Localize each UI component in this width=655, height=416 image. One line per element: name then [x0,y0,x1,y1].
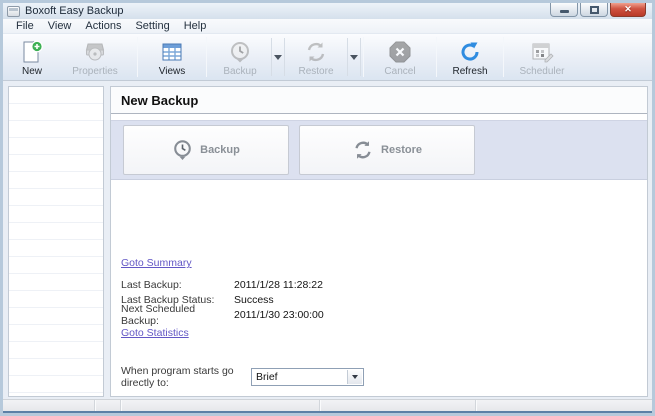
scheduler-button: Scheduler [506,36,578,78]
toolbar-separator [137,37,138,77]
backup-button: Backup [209,36,271,78]
main-panel: New Backup Backup Restore Goto Summary L… [110,86,648,397]
refresh-button[interactable]: Refresh [439,36,501,78]
backup-job-list[interactable] [8,86,104,397]
menu-actions[interactable]: Actions [78,19,128,33]
new-document-icon [20,39,44,65]
restore-button: Restore [285,36,347,78]
goto-statistics-link[interactable]: Goto Statistics [121,327,189,340]
views-button-label: Views [158,66,186,77]
page-title: New Backup [121,92,199,108]
minimize-icon [559,10,569,13]
status-cell [320,400,476,411]
app-window: Boxoft Easy Backup ✕ File View Actions S… [0,0,655,416]
backup-big-button-label: Backup [200,144,240,156]
chevron-down-icon [352,375,358,379]
chevron-down-icon [274,54,282,60]
toolbar-separator [206,37,207,77]
next-scheduled-backup-row: Next Scheduled Backup: 2011/1/30 23:00:0… [121,303,647,327]
status-cell [95,400,121,411]
backup-clock-icon [172,139,193,161]
menu-file[interactable]: File [9,19,41,33]
scheduler-calendar-icon [530,39,554,65]
scheduler-button-label: Scheduler [519,66,565,77]
close-icon: ✕ [624,4,632,14]
toolbar: New Properties Views Backup Restore Canc… [3,33,652,81]
restore-big-button-label: Restore [381,144,422,156]
last-backup-value: 2011/1/28 11:28:22 [234,278,323,291]
action-strip: Backup Restore [111,120,647,180]
panel-body: Goto Summary Last Backup: 2011/1/28 11:2… [111,180,647,396]
minimize-button[interactable] [550,3,578,17]
views-grid-icon [160,39,184,65]
maximize-button[interactable] [580,3,608,17]
status-cell [476,400,652,411]
backup-clock-icon [228,39,252,65]
maximize-icon [589,5,599,14]
cancel-button-label: Cancel [384,66,416,77]
properties-icon [83,39,107,65]
menu-help[interactable]: Help [177,19,214,33]
restore-arrows-icon [352,139,374,161]
goto-summary-link[interactable]: Goto Summary [121,257,192,270]
next-scheduled-backup-value: 2011/1/30 23:00:00 [234,308,324,321]
cancel-octagon-icon [388,39,412,65]
new-button-label: New [21,66,42,77]
app-icon [7,5,20,17]
startup-target-selected: Brief [256,371,278,383]
backup-button-label: Backup [223,66,257,77]
refresh-button-label: Refresh [452,66,488,77]
startup-target-select[interactable]: Brief [251,368,364,386]
restore-big-button[interactable]: Restore [299,125,475,175]
cancel-button: Cancel [366,36,434,78]
toolbar-separator [436,37,437,77]
chevron-down-icon [350,54,358,60]
restore-arrows-icon [304,39,328,65]
next-scheduled-backup-label: Next Scheduled Backup: [121,302,196,327]
restore-button-label: Restore [298,66,334,77]
close-button[interactable]: ✕ [610,3,646,17]
menu-setting[interactable]: Setting [128,19,176,33]
panel-header: New Backup [111,87,647,114]
last-backup-status-value: Success [234,293,274,306]
menu-bar: File View Actions Setting Help [3,19,652,33]
backup-info: Last Backup: 2011/1/28 11:28:22 Last Bac… [121,277,647,327]
startup-setting-label: When program starts go directly to: [121,365,234,389]
properties-button-label: Properties [72,66,118,77]
toolbar-separator [363,37,364,77]
toolbar-separator [503,37,504,77]
properties-button: Properties [55,36,135,78]
views-button[interactable]: Views [140,36,204,78]
restore-dropdown-button[interactable] [347,38,361,76]
backup-dropdown-button[interactable] [271,38,285,76]
status-bar [3,399,652,411]
workspace: New Backup Backup Restore Goto Summary L… [3,81,652,399]
window-title: Boxoft Easy Backup [25,5,124,17]
status-cell [121,400,320,411]
status-cell [3,400,95,411]
last-backup-label: Last Backup: [121,278,182,291]
new-button[interactable]: New [9,36,55,78]
last-backup-row: Last Backup: 2011/1/28 11:28:22 [121,277,647,292]
menu-view[interactable]: View [41,19,79,33]
backup-big-button[interactable]: Backup [123,125,289,175]
select-dropdown-button[interactable] [347,370,362,384]
refresh-arrow-icon [458,39,482,65]
title-bar[interactable]: Boxoft Easy Backup ✕ [3,3,652,19]
startup-setting-row: When program starts go directly to: Brie… [121,365,647,389]
window-controls: ✕ [548,3,646,17]
